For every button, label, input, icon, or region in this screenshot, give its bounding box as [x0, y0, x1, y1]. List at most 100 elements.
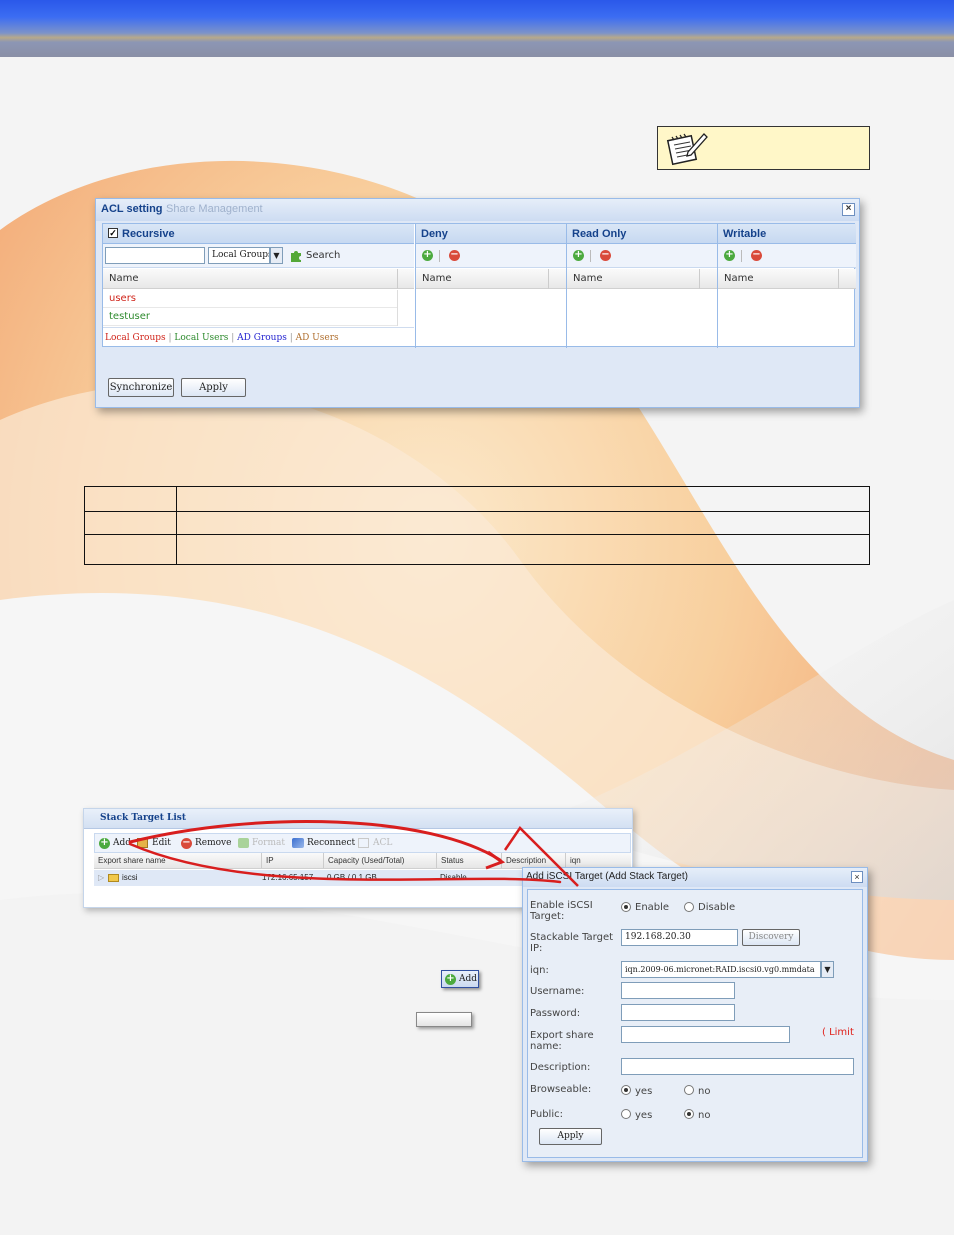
- col-export-share-name[interactable]: Export share name: [98, 853, 166, 868]
- chevron-down-icon[interactable]: ▼: [270, 247, 283, 264]
- stack-remove-button[interactable]: Remove: [195, 838, 231, 848]
- enable-radio[interactable]: [621, 902, 631, 912]
- recursive-checkbox[interactable]: ✓: [108, 228, 118, 239]
- stack-reconnect-button[interactable]: Reconnect: [307, 838, 355, 848]
- browseable-no-label: no: [698, 1086, 711, 1097]
- close-icon[interactable]: ×: [842, 203, 855, 216]
- list-item[interactable]: users: [103, 290, 397, 308]
- add-callout-label: Add: [459, 974, 478, 984]
- dialog-title: Add iSCSI Target (Add Stack Target): [526, 871, 688, 882]
- browseable-no-radio[interactable]: [684, 1085, 694, 1095]
- row-status: Disable: [440, 873, 467, 882]
- search-puzzle-icon[interactable]: [289, 248, 303, 262]
- description-label: Description:: [530, 1062, 591, 1073]
- acl-filter-input[interactable]: [105, 247, 205, 264]
- table-cell: [84, 534, 177, 565]
- deny-add-icon[interactable]: +: [422, 250, 433, 261]
- acl-main-panel: ✓ Recursive Local Groups ▼ Search Name us…: [102, 223, 856, 348]
- search-button[interactable]: Search: [306, 250, 340, 261]
- readonly-add-icon[interactable]: +: [573, 250, 584, 261]
- table-cell: [84, 486, 177, 512]
- stack-edit-button[interactable]: Edit: [152, 838, 171, 848]
- col-capacity[interactable]: Capacity (Used/Total): [323, 853, 404, 868]
- col-iqn[interactable]: iqn: [565, 853, 581, 868]
- readonly-header-divider: [699, 269, 700, 289]
- col-ip[interactable]: IP: [261, 853, 274, 868]
- disable-radio[interactable]: [684, 902, 694, 912]
- public-no-radio[interactable]: [684, 1109, 694, 1119]
- stack-format-button[interactable]: Format: [252, 838, 285, 848]
- reconnect-icon: [292, 838, 304, 848]
- description-input[interactable]: [621, 1058, 854, 1075]
- expand-arrow-icon[interactable]: ▷: [98, 870, 104, 886]
- table-cell: [176, 511, 870, 535]
- format-icon: [238, 838, 249, 848]
- header-bar: [0, 0, 954, 57]
- add-icon: +: [445, 973, 456, 985]
- stack-list-title: Stack Target List: [100, 813, 187, 823]
- legend-local-users[interactable]: Local Users: [174, 333, 228, 343]
- table-row: [84, 486, 870, 512]
- col-status[interactable]: Status: [436, 853, 464, 868]
- acl-apply-button[interactable]: Apply: [181, 378, 246, 397]
- iqn-label: iqn:: [530, 965, 549, 976]
- password-label: Password:: [530, 1008, 581, 1019]
- dialog-apply-button[interactable]: Apply: [539, 1128, 602, 1145]
- public-no-label: no: [698, 1110, 711, 1121]
- deny-header: Deny: [416, 224, 566, 244]
- public-yes-radio[interactable]: [621, 1109, 631, 1119]
- disable-option-label: Disable: [698, 902, 736, 913]
- discovery-button[interactable]: Discovery: [742, 929, 800, 946]
- enable-option-label: Enable: [635, 902, 670, 913]
- browseable-yes-radio[interactable]: [621, 1085, 631, 1095]
- add-button-callout[interactable]: + Add: [441, 970, 479, 988]
- export-share-input[interactable]: [621, 1026, 790, 1043]
- limit-note: ( Limit: [822, 1027, 854, 1038]
- legend-ad-groups[interactable]: AD Groups: [237, 333, 287, 343]
- writable-add-icon[interactable]: +: [724, 250, 735, 261]
- writable-column: Writable + − Name: [717, 224, 856, 348]
- list-item[interactable]: testuser: [103, 308, 397, 326]
- note-box: [657, 126, 870, 170]
- export-share-label: Export share name:: [530, 1030, 594, 1052]
- recursive-label: Recursive: [122, 228, 175, 240]
- readonly-name-header: Name: [567, 269, 717, 289]
- chevron-down-icon[interactable]: ▼: [821, 961, 834, 978]
- table-row: [84, 511, 870, 535]
- readonly-column: Read Only + − Name: [566, 224, 717, 348]
- acl-type-select[interactable]: Local Groups: [208, 247, 270, 264]
- acl-setting-window: ACL setting Share Management × ✓ Recursiv…: [95, 198, 860, 408]
- stack-acl-button[interactable]: ACL: [373, 838, 392, 848]
- col-description[interactable]: Description: [501, 853, 546, 868]
- synchronize-button[interactable]: Synchronize: [108, 378, 174, 397]
- acl-item-users: users: [109, 293, 137, 304]
- deny-remove-icon[interactable]: −: [449, 250, 460, 261]
- deny-header-divider: [548, 269, 549, 289]
- remove-icon: −: [181, 837, 192, 849]
- readonly-remove-icon[interactable]: −: [600, 250, 611, 261]
- stackable-ip-label: Stackable Target IP:: [530, 932, 614, 954]
- acl-filter-row: Local Groups ▼ Search: [103, 244, 414, 268]
- acl-legend: Local Groups | Local Users | AD Groups |…: [103, 327, 414, 347]
- writable-remove-icon[interactable]: −: [751, 250, 762, 261]
- stackable-ip-input[interactable]: 192.168.20.30: [621, 929, 738, 946]
- toolbar-separator: [590, 250, 591, 262]
- legend-local-groups[interactable]: Local Groups: [105, 333, 166, 343]
- blank-button-callout[interactable]: [416, 1012, 472, 1027]
- iqn-select[interactable]: iqn.2009-06.micronet:RAID.iscsi0.vg0.mmd…: [621, 961, 821, 978]
- acl-ghost-title: Share Management: [166, 203, 263, 215]
- stack-add-button[interactable]: Add: [113, 838, 131, 848]
- deny-column: Deny + − Name: [415, 224, 566, 348]
- dialog-title-bar: Add iSCSI Target (Add Stack Target) ×: [523, 868, 867, 887]
- username-input[interactable]: [621, 982, 735, 999]
- table-row: [84, 534, 870, 565]
- acl-item-list: users testuser: [103, 290, 397, 326]
- acl-item-testuser: testuser: [109, 311, 151, 322]
- writable-header: Writable: [718, 224, 856, 244]
- public-label: Public:: [530, 1109, 563, 1120]
- password-input[interactable]: [621, 1004, 735, 1021]
- legend-ad-users[interactable]: AD Users: [296, 333, 339, 343]
- close-icon[interactable]: ×: [851, 871, 863, 883]
- recursive-header: ✓ Recursive: [103, 224, 414, 244]
- add-icon: +: [99, 837, 110, 849]
